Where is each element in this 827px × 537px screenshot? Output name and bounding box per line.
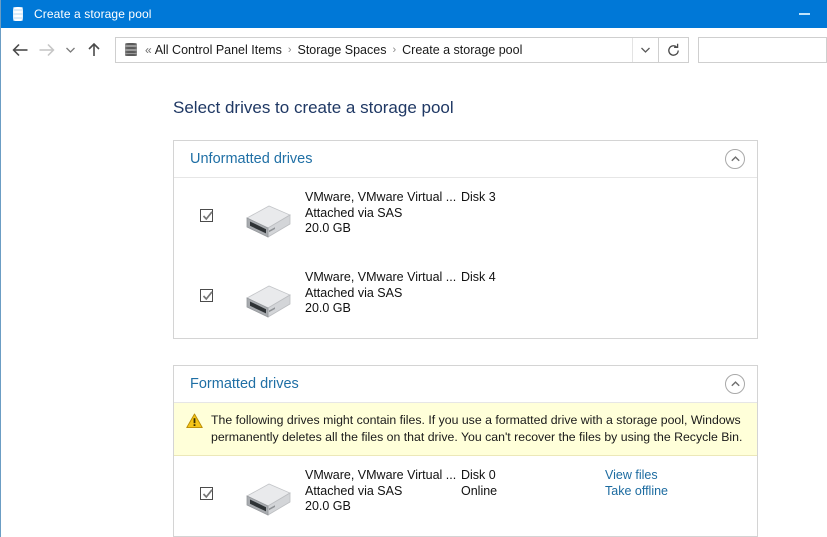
drive-identity: Disk 4 — [461, 270, 579, 317]
warning-text: The following drives might contain files… — [211, 413, 743, 444]
chevron-up-icon[interactable] — [725, 374, 745, 394]
warning-banner: The following drives might contain files… — [174, 403, 757, 456]
drive-identity: Disk 0 Online — [461, 468, 579, 515]
main-content: Select drives to create a storage pool U… — [1, 72, 827, 537]
drive-row[interactable]: VMware, VMware Virtual ... Attached via S… — [174, 456, 757, 536]
search-input[interactable] — [705, 43, 820, 57]
drive-disk-number: Disk 4 — [461, 270, 496, 284]
drive-name: VMware, VMware Virtual ... — [305, 468, 457, 482]
external-drive-icon — [235, 480, 291, 524]
window-title: Create a storage pool — [34, 7, 152, 21]
drive-info: VMware, VMware Virtual ... Attached via S… — [305, 190, 743, 237]
panel-unformatted: Unformatted drives VMware, VMware Virtual… — [173, 140, 758, 339]
drive-checkbox[interactable] — [200, 209, 213, 222]
chevron-up-icon[interactable] — [725, 149, 745, 169]
drive-details: VMware, VMware Virtual ... Attached via S… — [305, 270, 461, 317]
section-title: Unformatted drives — [190, 151, 313, 167]
drive-size: 20.0 GB — [305, 301, 351, 315]
drive-identity: Disk 3 — [461, 190, 579, 237]
breadcrumb-separator: › — [287, 44, 292, 56]
breadcrumb[interactable]: « All Control Panel Items › Storage Spac… — [115, 37, 659, 63]
minimize-button[interactable] — [781, 0, 827, 28]
external-drive-icon — [235, 202, 291, 246]
drive-row[interactable]: VMware, VMware Virtual ... Attached via S… — [174, 178, 757, 258]
section-title: Formatted drives — [190, 376, 299, 392]
forward-arrow-icon — [33, 35, 59, 65]
external-drive-icon — [235, 282, 291, 326]
drive-info: VMware, VMware Virtual ... Attached via S… — [305, 468, 743, 515]
drive-attachment: Attached via SAS — [305, 483, 403, 498]
breadcrumb-item-2[interactable]: Create a storage pool — [402, 43, 522, 57]
drive-attachment: Attached via SAS — [305, 205, 403, 220]
drive-name: VMware, VMware Virtual ... — [305, 190, 457, 204]
chevron-down-icon[interactable] — [632, 38, 658, 62]
drive-checkbox[interactable] — [200, 487, 213, 500]
back-arrow-icon[interactable] — [7, 35, 33, 65]
drive-disk-number: Disk 3 — [461, 190, 496, 204]
breadcrumb-separator: › — [392, 44, 397, 56]
breadcrumb-item-1[interactable]: Storage Spaces — [298, 43, 387, 57]
refresh-icon[interactable] — [659, 37, 689, 63]
address-bar: « All Control Panel Items › Storage Spac… — [1, 28, 827, 72]
storage-disks-icon — [123, 42, 140, 59]
drive-actions — [579, 190, 743, 237]
warning-triangle-icon — [186, 413, 203, 429]
window-buttons — [781, 0, 827, 28]
recent-pages-chevron-icon[interactable] — [59, 35, 81, 65]
drive-checkbox[interactable] — [200, 289, 213, 302]
drive-size: 20.0 GB — [305, 499, 351, 513]
drive-link-take-offline[interactable]: Take offline — [605, 484, 743, 500]
drive-actions — [579, 270, 743, 317]
drive-size: 20.0 GB — [305, 221, 351, 235]
drive-attachment: Attached via SAS — [305, 285, 403, 300]
panel-header-unformatted: Unformatted drives — [174, 141, 757, 178]
drive-sections: Unformatted drives VMware, VMware Virtual… — [173, 140, 827, 537]
drive-details: VMware, VMware Virtual ... Attached via S… — [305, 190, 461, 237]
drive-details: VMware, VMware Virtual ... Attached via S… — [305, 468, 461, 515]
panel-formatted: Formatted drives The following drives mig… — [173, 365, 758, 537]
drive-info: VMware, VMware Virtual ... Attached via S… — [305, 270, 743, 317]
drive-link-view-files[interactable]: View files — [605, 468, 743, 484]
page-title: Select drives to create a storage pool — [173, 98, 454, 117]
panel-header-formatted: Formatted drives — [174, 366, 757, 403]
breadcrumb-overflow[interactable]: « — [145, 43, 152, 57]
drive-row[interactable]: VMware, VMware Virtual ... Attached via S… — [174, 258, 757, 338]
drive-status: Online — [461, 483, 498, 498]
breadcrumb-item-0[interactable]: All Control Panel Items — [155, 43, 282, 57]
up-arrow-icon[interactable] — [81, 35, 107, 65]
control-panel-window: Create a storage pool « All Control Pane… — [0, 0, 827, 537]
drive-name: VMware, VMware Virtual ... — [305, 270, 457, 284]
search-box[interactable] — [698, 37, 827, 63]
title-bar: Create a storage pool — [1, 0, 827, 28]
drive-disk-number: Disk 0 — [461, 468, 496, 482]
storage-disks-icon — [10, 6, 26, 22]
drive-actions: View files Take offline — [579, 468, 743, 515]
